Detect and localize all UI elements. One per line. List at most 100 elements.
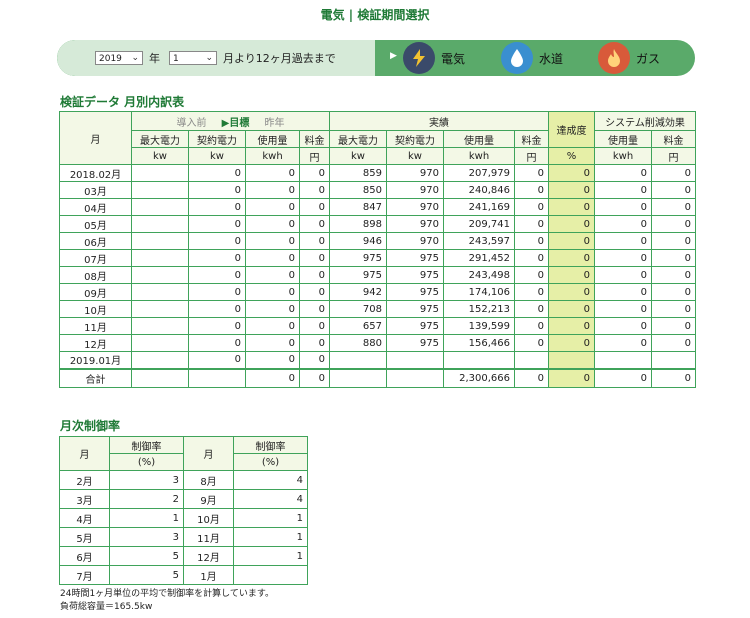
table-cell: 0 bbox=[245, 351, 300, 369]
table-cell: 0 bbox=[514, 266, 550, 284]
month-cell: 12月 bbox=[59, 334, 132, 352]
table-cell: 0 bbox=[188, 232, 246, 250]
table-cell bbox=[131, 367, 189, 388]
table-cell: 0 bbox=[298, 215, 331, 233]
table-cell bbox=[514, 351, 550, 369]
table-cell bbox=[131, 198, 189, 216]
table-cell: 209,741 bbox=[443, 215, 516, 233]
table-cell: 975 bbox=[329, 249, 388, 267]
month-cell: 10月 bbox=[59, 300, 132, 318]
table-cell: 0 bbox=[514, 232, 550, 250]
table-cell bbox=[188, 367, 246, 388]
utility-water-label: 水道 bbox=[539, 51, 564, 66]
table-cell bbox=[131, 283, 189, 301]
rate-cell: 1 bbox=[233, 508, 308, 528]
table-cell: 241,169 bbox=[443, 198, 516, 216]
table-cell: 0 bbox=[651, 266, 697, 284]
table-cell bbox=[651, 351, 697, 369]
unit-header: kw bbox=[188, 147, 246, 165]
chevron-down-icon: ⌄ bbox=[131, 53, 139, 63]
table-cell: 970 bbox=[386, 181, 445, 199]
table-cell: 0 bbox=[651, 300, 697, 318]
table-cell: 970 bbox=[386, 164, 445, 182]
month-cell: 9月 bbox=[183, 489, 234, 509]
utility-gas-button[interactable]: ガス bbox=[598, 42, 660, 74]
table-cell: 0 bbox=[651, 283, 697, 301]
rate-cell: 5 bbox=[109, 565, 184, 585]
table-cell: 0 bbox=[594, 300, 653, 318]
table-cell: 2,300,666 bbox=[443, 367, 516, 388]
month-cell: 8月 bbox=[183, 470, 234, 490]
table-cell: 0 bbox=[298, 334, 331, 352]
table-cell: 291,452 bbox=[443, 249, 516, 267]
table-cell: 0 bbox=[298, 198, 331, 216]
table-cell: 0 bbox=[651, 215, 697, 233]
rate-cell: 2 bbox=[109, 489, 184, 509]
month-suffix-label: 月より12ヶ月過去まで bbox=[223, 52, 336, 65]
month-select[interactable]: 1 ⌄ bbox=[169, 51, 217, 65]
control-rate-table: 月 制御率 月 制御率 (%) (%) 2月 3 8月 4 3月 2 9月 4 4月 1 10月 1 5… bbox=[59, 436, 308, 585]
table-row: 10月 0 0 0 708 975 152,213 0 0 0 0 bbox=[59, 300, 697, 318]
utility-electricity-button[interactable]: 電気 bbox=[403, 42, 465, 74]
table-cell bbox=[329, 351, 388, 369]
table-cell: 0 bbox=[298, 266, 331, 284]
table-row: 4月 1 10月 1 bbox=[59, 508, 308, 528]
col-header: 制御率 bbox=[109, 436, 184, 454]
table-cell: 975 bbox=[386, 334, 445, 352]
table-cell: 975 bbox=[386, 266, 445, 284]
table-row: 12月 0 0 0 880 975 156,466 0 0 0 0 bbox=[59, 334, 697, 352]
table-cell bbox=[329, 367, 388, 388]
table-cell bbox=[548, 351, 596, 369]
table-cell: 243,597 bbox=[443, 232, 516, 250]
rate-cell: 1 bbox=[109, 508, 184, 528]
table-cell: 0 bbox=[298, 164, 331, 182]
month-cell: 03月 bbox=[59, 181, 132, 199]
table-cell: 0 bbox=[245, 334, 300, 352]
table-cell: 0 bbox=[245, 164, 300, 182]
table-cell: 0 bbox=[548, 266, 596, 284]
table-cell: 0 bbox=[188, 266, 246, 284]
table-cell: 0 bbox=[245, 300, 300, 318]
table-cell: 0 bbox=[245, 266, 300, 284]
table-cell: 139,599 bbox=[443, 317, 516, 335]
lightning-icon bbox=[403, 42, 435, 74]
month-cell: 2018.02月 bbox=[59, 164, 132, 182]
table-cell: 0 bbox=[245, 215, 300, 233]
compare-last-year-tab[interactable]: 昨年 bbox=[265, 118, 285, 129]
page-title: 電気 | 検証期間選択 bbox=[320, 8, 430, 22]
play-arrow-icon: ▶ bbox=[390, 51, 397, 61]
table-cell: 207,979 bbox=[443, 164, 516, 182]
table-cell: 898 bbox=[329, 215, 388, 233]
year-label: 年 bbox=[149, 52, 160, 65]
table-cell: 0 bbox=[594, 215, 653, 233]
table-cell: 708 bbox=[329, 300, 388, 318]
month-cell: 7月 bbox=[59, 565, 110, 585]
month-cell: 09月 bbox=[59, 283, 132, 301]
table-cell: 0 bbox=[548, 334, 596, 352]
compare-before-tab[interactable]: 導入前 bbox=[176, 118, 206, 129]
table-cell: 975 bbox=[386, 300, 445, 318]
table-cell: 0 bbox=[245, 181, 300, 199]
table-cell: 0 bbox=[514, 249, 550, 267]
rate-cell: 3 bbox=[109, 527, 184, 547]
table-row: 7月 5 1月 bbox=[59, 565, 308, 585]
col-header: 最大電力 bbox=[131, 130, 189, 148]
compare-target-tab[interactable]: ▶目標 bbox=[222, 118, 250, 129]
utility-water-button[interactable]: 水道 bbox=[501, 42, 563, 74]
table-cell: 0 bbox=[594, 249, 653, 267]
monthly-breakdown-table: 月 導入前 ▶目標 昨年 実績 達成度 システム削減効果 最大電力 契約電力 使… bbox=[59, 111, 697, 388]
table-row: 2018.02月 0 0 0 859 970 207,979 0 0 0 0 bbox=[59, 164, 697, 182]
table-cell: 0 bbox=[298, 351, 331, 369]
table-cell: 0 bbox=[548, 283, 596, 301]
table-cell: 0 bbox=[245, 198, 300, 216]
table-cell: 0 bbox=[548, 317, 596, 335]
table-cell: 0 bbox=[548, 181, 596, 199]
table-cell: 946 bbox=[329, 232, 388, 250]
table-cell: 0 bbox=[514, 215, 550, 233]
year-select[interactable]: 2019 ⌄ bbox=[95, 51, 143, 65]
table-cell bbox=[131, 164, 189, 182]
table-cell: 0 bbox=[594, 334, 653, 352]
table-cell: 0 bbox=[514, 367, 550, 388]
period-selection-bar: 2019 ⌄ 年 1 ⌄ 月より12ヶ月過去まで ▶ 電気 水道 ガス bbox=[57, 40, 695, 76]
col-header: 料金 bbox=[651, 130, 697, 148]
